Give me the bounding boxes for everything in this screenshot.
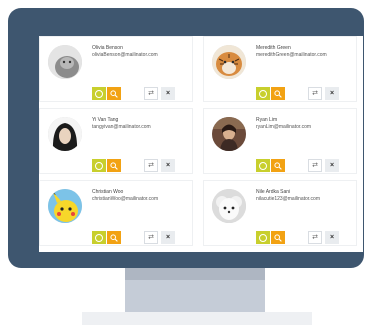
grey-cat-avatar-icon xyxy=(48,45,82,79)
circle-check-icon xyxy=(95,161,103,170)
swap-button[interactable]: ⇄ xyxy=(144,231,158,244)
user-name: Meredith Green xyxy=(256,45,291,51)
dark-hair-person-avatar-icon xyxy=(48,117,82,151)
search-button[interactable] xyxy=(107,87,121,100)
swap-button[interactable]: ⇄ xyxy=(308,231,322,244)
user-card: Ryan Lim ryanLim@mailinator.com ⇄ × xyxy=(203,108,357,174)
search-button[interactable] xyxy=(271,87,285,100)
circle-check-icon xyxy=(95,233,103,242)
monitor-base xyxy=(82,312,312,325)
screen: Olivia Benson oliviaBenson@mailinator.co… xyxy=(39,36,363,252)
magnifier-icon xyxy=(110,161,118,170)
user-email: tangyivan@mailinator.com xyxy=(92,124,151,130)
tiger-avatar-icon xyxy=(212,45,246,79)
monitor-stand-shadow xyxy=(125,268,265,280)
remove-button[interactable]: × xyxy=(325,231,339,244)
white-dog-avatar-icon xyxy=(212,189,246,223)
remove-button[interactable]: × xyxy=(161,231,175,244)
monitor-frame: Olivia Benson oliviaBenson@mailinator.co… xyxy=(8,8,364,268)
swap-button[interactable]: ⇄ xyxy=(144,87,158,100)
approve-button[interactable] xyxy=(92,87,106,100)
user-email: oliviaBenson@mailinator.com xyxy=(92,52,158,58)
approve-button[interactable] xyxy=(256,231,270,244)
user-email: meredithGreen@mailinator.com xyxy=(256,52,327,58)
circle-check-icon xyxy=(259,89,267,98)
magnifier-icon xyxy=(110,233,118,242)
magnifier-icon xyxy=(274,161,282,170)
swap-button[interactable]: ⇄ xyxy=(144,159,158,172)
user-card: Nile Ardka Sani nilacutie123@mailinator.… xyxy=(203,180,357,246)
approve-button[interactable] xyxy=(256,87,270,100)
remove-button[interactable]: × xyxy=(161,159,175,172)
search-button[interactable] xyxy=(271,159,285,172)
magnifier-icon xyxy=(274,233,282,242)
person-portrait-avatar-icon xyxy=(212,117,246,151)
user-email: ryanLim@mailinator.com xyxy=(256,124,312,130)
remove-button[interactable]: × xyxy=(325,87,339,100)
user-name: Olivia Benson xyxy=(92,45,123,51)
user-name: Ryan Lim xyxy=(256,117,278,123)
user-card: Yi Van Tang tangyivan@mailinator.com ⇄ × xyxy=(39,108,193,174)
user-email: nilacutie123@mailinator.com xyxy=(256,196,320,202)
approve-button[interactable] xyxy=(92,231,106,244)
remove-button[interactable]: × xyxy=(325,159,339,172)
circle-check-icon xyxy=(95,89,103,98)
user-email: christianWoo@mailinator.com xyxy=(92,196,159,202)
user-name: Christian Woo xyxy=(92,189,124,195)
swap-button[interactable]: ⇄ xyxy=(308,87,322,100)
search-button[interactable] xyxy=(107,231,121,244)
remove-button[interactable]: × xyxy=(161,87,175,100)
user-name: Yi Van Tang xyxy=(92,117,119,123)
swap-button[interactable]: ⇄ xyxy=(308,159,322,172)
search-button[interactable] xyxy=(107,159,121,172)
approve-button[interactable] xyxy=(256,159,270,172)
user-card: Christian Woo christianWoo@mailinator.co… xyxy=(39,180,193,246)
user-card: Olivia Benson oliviaBenson@mailinator.co… xyxy=(39,36,193,102)
circle-check-icon xyxy=(259,233,267,242)
magnifier-icon xyxy=(110,89,118,98)
user-name: Nile Ardka Sani xyxy=(256,189,291,195)
yellow-cartoon-avatar-icon xyxy=(48,189,82,223)
circle-check-icon xyxy=(259,161,267,170)
approve-button[interactable] xyxy=(92,159,106,172)
search-button[interactable] xyxy=(271,231,285,244)
magnifier-icon xyxy=(274,89,282,98)
user-card: Meredith Green meredithGreen@mailinator.… xyxy=(203,36,357,102)
